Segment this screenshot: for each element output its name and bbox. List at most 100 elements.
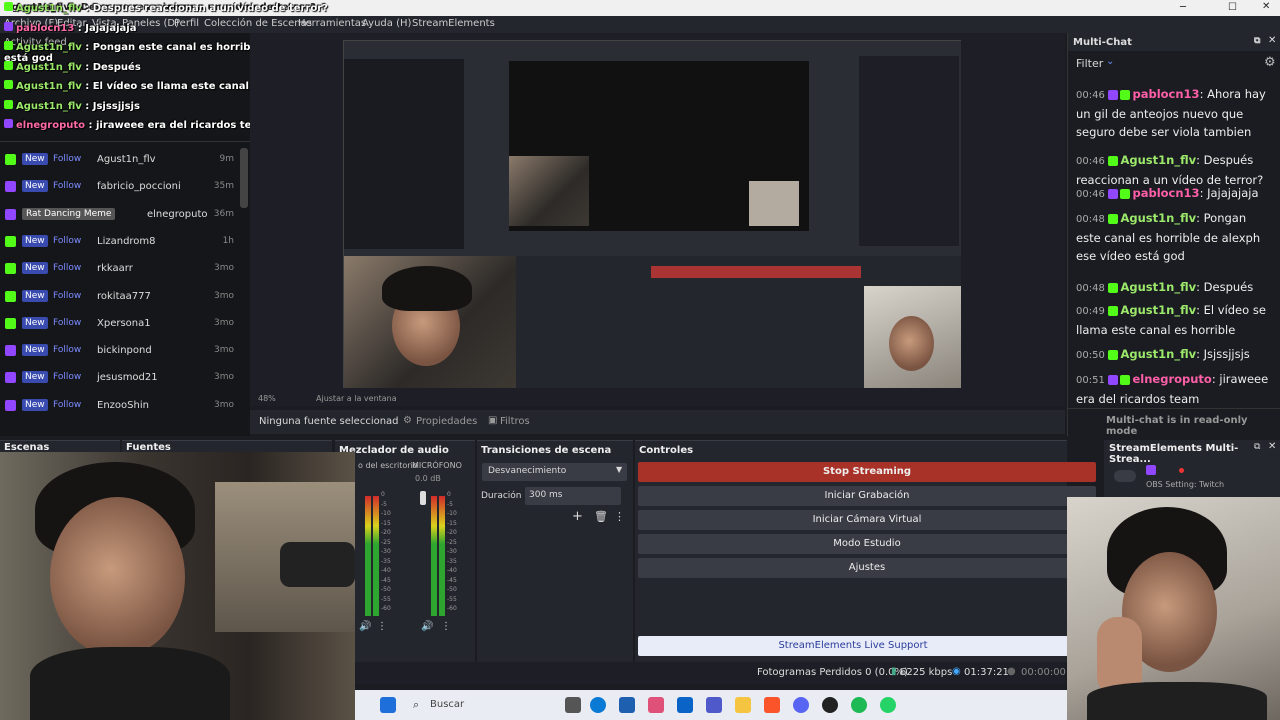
- feed-username: rkkaarr: [97, 263, 133, 275]
- outlook-icon[interactable]: [677, 697, 693, 713]
- meter-tick-label: 0: [381, 491, 385, 498]
- folder-icon[interactable]: [735, 697, 751, 713]
- more-vertical-icon[interactable]: ⋮: [377, 621, 387, 632]
- duration-input[interactable]: 300 ms: [525, 487, 621, 505]
- gear-icon: ⚙: [403, 415, 412, 426]
- stop-streaming-button[interactable]: Stop Streaming: [638, 462, 1096, 482]
- filter-dropdown[interactable]: Filter: [1076, 57, 1103, 70]
- message-text: Después: [1203, 280, 1254, 294]
- speaker-icon[interactable]: 🔊: [421, 621, 433, 632]
- transition-select[interactable]: Desvanecimiento ▼: [482, 463, 627, 481]
- divider: [1068, 408, 1280, 409]
- feed-row[interactable]: Rat Dancing Meme elnegroputo 36m: [0, 202, 240, 229]
- multichat-header: Multi-Chat ⧉ ✕: [1068, 33, 1280, 51]
- feed-action: Follow: [53, 263, 82, 274]
- brave-icon[interactable]: [764, 697, 780, 713]
- maximize-icon[interactable]: ☐: [1228, 2, 1237, 13]
- search-icon[interactable]: ⌕: [413, 698, 419, 712]
- message-user: Agust1n_flv: [1120, 211, 1197, 225]
- nested-docks: [344, 256, 961, 388]
- message-time: 00:46: [1076, 90, 1105, 101]
- edge-icon[interactable]: [590, 697, 606, 713]
- platform-icon: [4, 2, 13, 11]
- filter-icon: ▣: [488, 415, 498, 426]
- kick-icon: [1108, 213, 1119, 224]
- speaker-icon[interactable]: 🔊: [359, 621, 371, 632]
- feed-time: 3mo: [214, 317, 234, 328]
- fit-window-dropdown[interactable]: Ajustar a la ventana: [316, 394, 397, 403]
- feed-row[interactable]: New Follow Lizandrom8 1h: [0, 229, 240, 256]
- feed-row[interactable]: New Follow EnzooShin 3mo: [0, 393, 240, 420]
- meter-tick-label: -10: [381, 510, 391, 517]
- task-view-icon[interactable]: [565, 697, 581, 713]
- settings-button[interactable]: Ajustes: [638, 558, 1096, 578]
- filters-button[interactable]: Filtros: [500, 416, 530, 427]
- source-toolbar: Ninguna fuente seleccionad ⚙ Propiedades…: [250, 410, 1065, 434]
- platform-icon: [4, 99, 13, 109]
- feed-action: Follow: [53, 235, 82, 246]
- twitch-icon: [5, 372, 16, 384]
- overlay-chat-text: : Después: [81, 61, 141, 73]
- whatsapp-icon[interactable]: [880, 697, 896, 713]
- obs-icon[interactable]: [822, 697, 838, 713]
- feed-row[interactable]: New Follow rkkaarr 3mo: [0, 256, 240, 283]
- live-support-button[interactable]: StreamElements Live Support: [638, 636, 1068, 656]
- add-icon[interactable]: +: [572, 509, 583, 524]
- program-preview[interactable]: [343, 40, 961, 388]
- mic-volume-slider[interactable]: [420, 491, 426, 505]
- minimize-icon[interactable]: ─: [1180, 2, 1186, 13]
- meter-tick-label: -35: [447, 557, 457, 565]
- windows-start-icon[interactable]: [380, 697, 396, 713]
- teams-icon[interactable]: [706, 697, 722, 713]
- feed-row[interactable]: New Follow Agust1n_flv 9m: [0, 147, 240, 174]
- float-dock-icon[interactable]: ⧉: [1254, 36, 1260, 46]
- platform-icon: [4, 80, 13, 89]
- more-vertical-icon[interactable]: ⋮: [614, 510, 625, 523]
- toggle-switch[interactable]: [1114, 470, 1136, 482]
- chevron-down-icon: ⌄: [1106, 56, 1115, 67]
- feed-row[interactable]: New Follow jesusmod21 3mo: [0, 365, 240, 392]
- properties-button[interactable]: Propiedades: [416, 416, 477, 427]
- store-icon[interactable]: [619, 697, 635, 713]
- meter-tick-label: -5: [447, 500, 453, 508]
- spotify-icon[interactable]: [851, 697, 867, 713]
- message-time: 00:46: [1076, 156, 1105, 167]
- taskbar-search[interactable]: Buscar: [430, 699, 464, 710]
- feed-row[interactable]: New Follow Xpersona1 3mo: [0, 311, 240, 338]
- menu-streamelements[interactable]: StreamElements: [412, 18, 495, 29]
- more-vertical-icon[interactable]: ⋮: [441, 621, 451, 632]
- start-recording-button[interactable]: Iniciar Grabación: [638, 486, 1096, 506]
- virtual-camera-button[interactable]: Iniciar Cámara Virtual: [638, 510, 1096, 530]
- mic-label: MICRÓFONO: [412, 461, 462, 470]
- overlay-chat-text: : Jajajajaja: [74, 22, 137, 34]
- overlay-chat-line: Agust1n_flv : Jsjssjjsjs: [4, 99, 140, 112]
- feed-row[interactable]: New Follow fabricio_poccioni 35m: [0, 174, 240, 201]
- platform-icon: [4, 119, 13, 128]
- meter-tick-label: -45: [447, 576, 457, 584]
- meter-tick-label: -20: [381, 529, 391, 536]
- meter-tick-label: -30: [447, 548, 457, 555]
- feed-action: Follow: [53, 345, 82, 356]
- message-user: Agust1n_flv: [1120, 347, 1197, 361]
- trash-icon[interactable]: 🗑: [594, 510, 608, 523]
- discord-icon[interactable]: [793, 697, 809, 713]
- float-dock-icon[interactable]: ⧉: [1254, 442, 1260, 452]
- settings-gear-icon[interactable]: ⚙: [1264, 55, 1276, 70]
- rec-time: 00:00:00: [1021, 667, 1066, 678]
- close-dock-icon[interactable]: ✕: [1268, 441, 1276, 452]
- feed-username: bickinpond: [97, 345, 152, 357]
- close-dock-icon[interactable]: ✕: [1268, 35, 1276, 46]
- meter-tick-label: -50: [381, 586, 391, 593]
- studio-mode-button[interactable]: Modo Estudio: [638, 534, 1096, 554]
- close-window-icon[interactable]: ✕: [1262, 1, 1270, 12]
- kick-icon: [5, 235, 16, 247]
- feed-row[interactable]: New Follow bickinpond 3mo: [0, 338, 240, 365]
- desktop-meter: [365, 496, 371, 616]
- feed-scrollbar[interactable]: [240, 148, 248, 208]
- feed-row[interactable]: New Follow rokitaa777 3mo: [0, 284, 240, 311]
- copilot-icon[interactable]: [648, 697, 664, 713]
- multichat-message: 00:48 Agust1n_flv: Después: [1076, 280, 1254, 294]
- zoom-level[interactable]: 48%: [258, 394, 276, 403]
- overlay-chat-text: : jiraweee era del ricardos team: [85, 120, 269, 131]
- overlay-chat-line: Agust1n_flv : Después: [4, 60, 141, 73]
